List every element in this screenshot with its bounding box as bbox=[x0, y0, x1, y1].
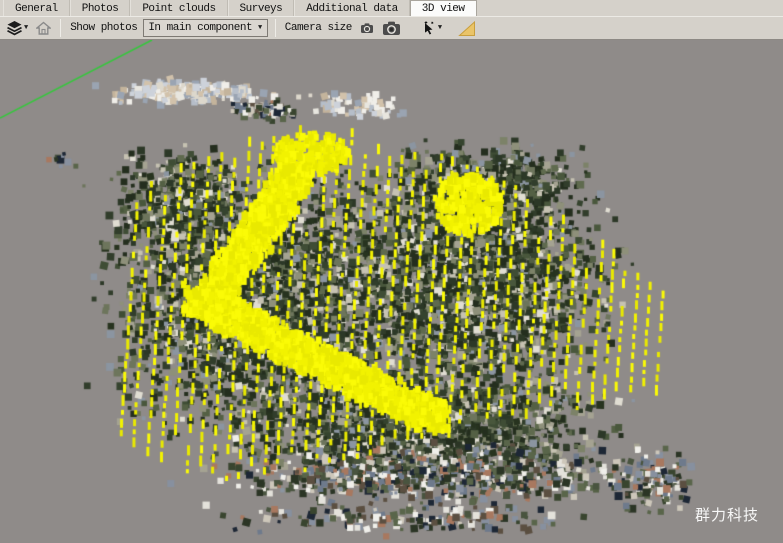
home-view-button[interactable] bbox=[34, 18, 53, 38]
tab-surveys[interactable]: Surveys bbox=[228, 0, 295, 16]
chevron-down-icon: ▼ bbox=[24, 25, 28, 32]
camera-size-small-button[interactable] bbox=[358, 18, 376, 38]
tab-point-clouds[interactable]: Point clouds bbox=[130, 0, 227, 16]
measurement-ramp-button[interactable] bbox=[456, 18, 478, 38]
tab-bar: General Photos Point clouds Surveys Addi… bbox=[0, 0, 783, 16]
component-filter-select[interactable]: In main component ▼ bbox=[143, 19, 267, 37]
application-window: General Photos Point clouds Surveys Addi… bbox=[0, 0, 783, 543]
tab-photos[interactable]: Photos bbox=[70, 0, 131, 16]
triangle-ramp-icon bbox=[458, 20, 476, 37]
show-photos-label: Show photos bbox=[68, 22, 139, 34]
tab-general[interactable]: General bbox=[3, 0, 70, 16]
camera-size-large-button[interactable] bbox=[380, 18, 403, 38]
toolbar-separator bbox=[275, 19, 276, 37]
chevron-down-icon: ▼ bbox=[438, 25, 442, 32]
component-filter-value: In main component bbox=[148, 22, 252, 34]
navigation-mode-button[interactable]: ▼ bbox=[419, 18, 444, 38]
3d-viewport[interactable]: 群力科技 bbox=[0, 40, 783, 543]
camera-size-label: Camera size bbox=[283, 22, 354, 34]
display-layers-button[interactable]: ▼ bbox=[4, 18, 30, 38]
home-icon bbox=[36, 21, 51, 36]
camera-large-icon bbox=[382, 20, 401, 36]
camera-small-icon bbox=[360, 22, 374, 34]
toolbar-separator bbox=[60, 19, 61, 37]
layers-icon bbox=[6, 20, 23, 36]
pointer-sparkle-icon bbox=[421, 20, 437, 36]
tab-3d-view[interactable]: 3D view bbox=[410, 0, 477, 16]
toolbar: ▼ Show photos In main component ▼ Camera… bbox=[0, 16, 783, 40]
chevron-down-icon: ▼ bbox=[258, 25, 262, 32]
tab-additional-data[interactable]: Additional data bbox=[294, 0, 410, 16]
3d-scene-canvas[interactable] bbox=[0, 40, 783, 543]
